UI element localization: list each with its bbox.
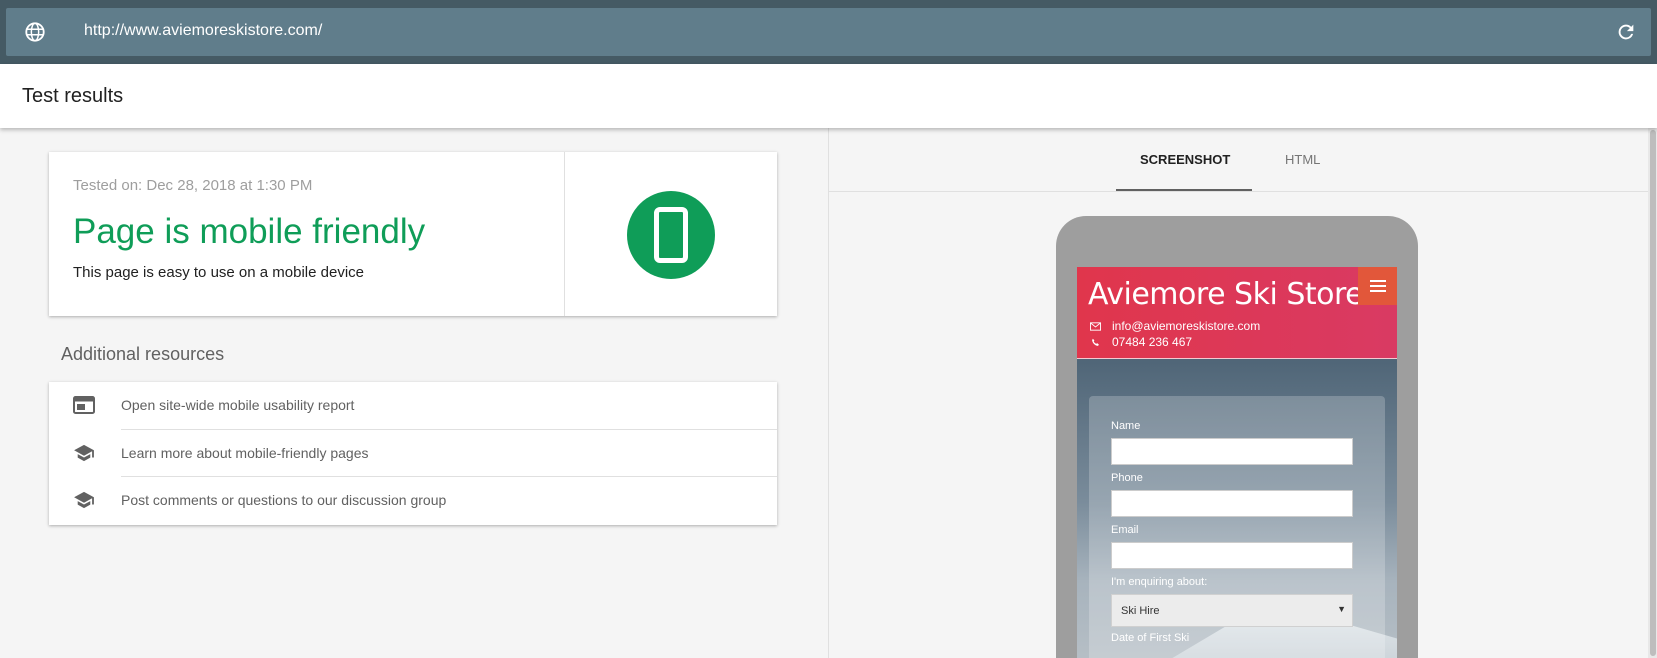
- tested-on-timestamp: Tested on: Dec 28, 2018 at 1:30 PM: [73, 177, 313, 194]
- page-title: Test results: [22, 85, 124, 107]
- chevron-down-icon: ▼: [1337, 604, 1346, 614]
- form-select-enquiry: Ski Hire ▼: [1111, 594, 1353, 627]
- scrollbar-thumb[interactable]: [1650, 130, 1656, 656]
- smartphone-icon: [627, 191, 715, 279]
- form-field-phone: [1111, 490, 1353, 517]
- form-label-email: Email: [1111, 524, 1139, 536]
- scrollbar[interactable]: [1648, 128, 1657, 658]
- resource-learn-more[interactable]: Learn more about mobile-friendly pages: [49, 430, 777, 478]
- select-value: Ski Hire: [1121, 605, 1160, 617]
- web-report-icon: [73, 396, 95, 414]
- enquiry-form: Name Phone Email I'm enquiring about: Sk…: [1089, 396, 1385, 658]
- preview-pane: SCREENSHOT HTML Aviemore Ski Store info@…: [828, 128, 1657, 658]
- site-email: info@aviemoreskistore.com: [1112, 319, 1261, 333]
- form-field-email: [1111, 542, 1353, 569]
- form-label-phone: Phone: [1111, 472, 1143, 484]
- site-title: Aviemore Ski Store: [1088, 277, 1364, 312]
- resource-label[interactable]: Open site-wide mobile usability report: [121, 397, 354, 413]
- card-divider: [564, 152, 565, 316]
- site-header: Aviemore Ski Store info@aviemoreskistore…: [1077, 267, 1397, 359]
- verdict-card: Tested on: Dec 28, 2018 at 1:30 PM Page …: [49, 152, 777, 316]
- reload-icon[interactable]: [1615, 21, 1637, 43]
- resources-list: Open site-wide mobile usability report L…: [49, 382, 777, 525]
- resource-discussion-group[interactable]: Post comments or questions to our discus…: [49, 477, 777, 525]
- active-tab-indicator: [1116, 189, 1252, 191]
- verdict-description: This page is easy to use on a mobile dev…: [73, 264, 364, 281]
- device-frame: Aviemore Ski Store info@aviemoreskistore…: [1056, 216, 1418, 658]
- url-bar[interactable]: http://www.aviemoreskistore.com/: [6, 8, 1651, 56]
- form-label-date: Date of First Ski: [1111, 632, 1190, 644]
- results-pane: Tested on: Dec 28, 2018 at 1:30 PM Page …: [0, 128, 828, 658]
- additional-resources-title: Additional resources: [61, 344, 225, 364]
- globe-icon: [25, 22, 45, 42]
- tab-html[interactable]: HTML: [1285, 152, 1320, 167]
- resource-label[interactable]: Learn more about mobile-friendly pages: [121, 445, 368, 461]
- site-phone: 07484 236 467: [1112, 335, 1193, 349]
- hamburger-menu-icon: [1358, 267, 1397, 305]
- preview-tabs: SCREENSHOT HTML: [829, 128, 1649, 192]
- form-label-name: Name: [1111, 420, 1141, 432]
- resource-usability-report[interactable]: Open site-wide mobile usability report: [49, 382, 777, 430]
- tab-screenshot[interactable]: SCREENSHOT: [1140, 152, 1230, 167]
- school-icon: [74, 491, 94, 509]
- phone-icon: [1092, 338, 1099, 346]
- browser-chrome: http://www.aviemoreskistore.com/: [0, 0, 1657, 64]
- results-header: Test results: [0, 64, 1657, 128]
- verdict-heading: Page is mobile friendly: [73, 212, 426, 251]
- url-text[interactable]: http://www.aviemoreskistore.com/: [84, 22, 322, 40]
- envelope-icon: [1090, 322, 1101, 331]
- form-field-name: [1111, 438, 1353, 465]
- site-hero-background: Name Phone Email I'm enquiring about: Sk…: [1077, 359, 1397, 658]
- school-icon: [74, 444, 94, 462]
- rendered-page-screenshot: Aviemore Ski Store info@aviemoreskistore…: [1077, 267, 1397, 658]
- resource-label[interactable]: Post comments or questions to our discus…: [121, 492, 446, 508]
- form-label-enquiry: I'm enquiring about:: [1111, 576, 1208, 588]
